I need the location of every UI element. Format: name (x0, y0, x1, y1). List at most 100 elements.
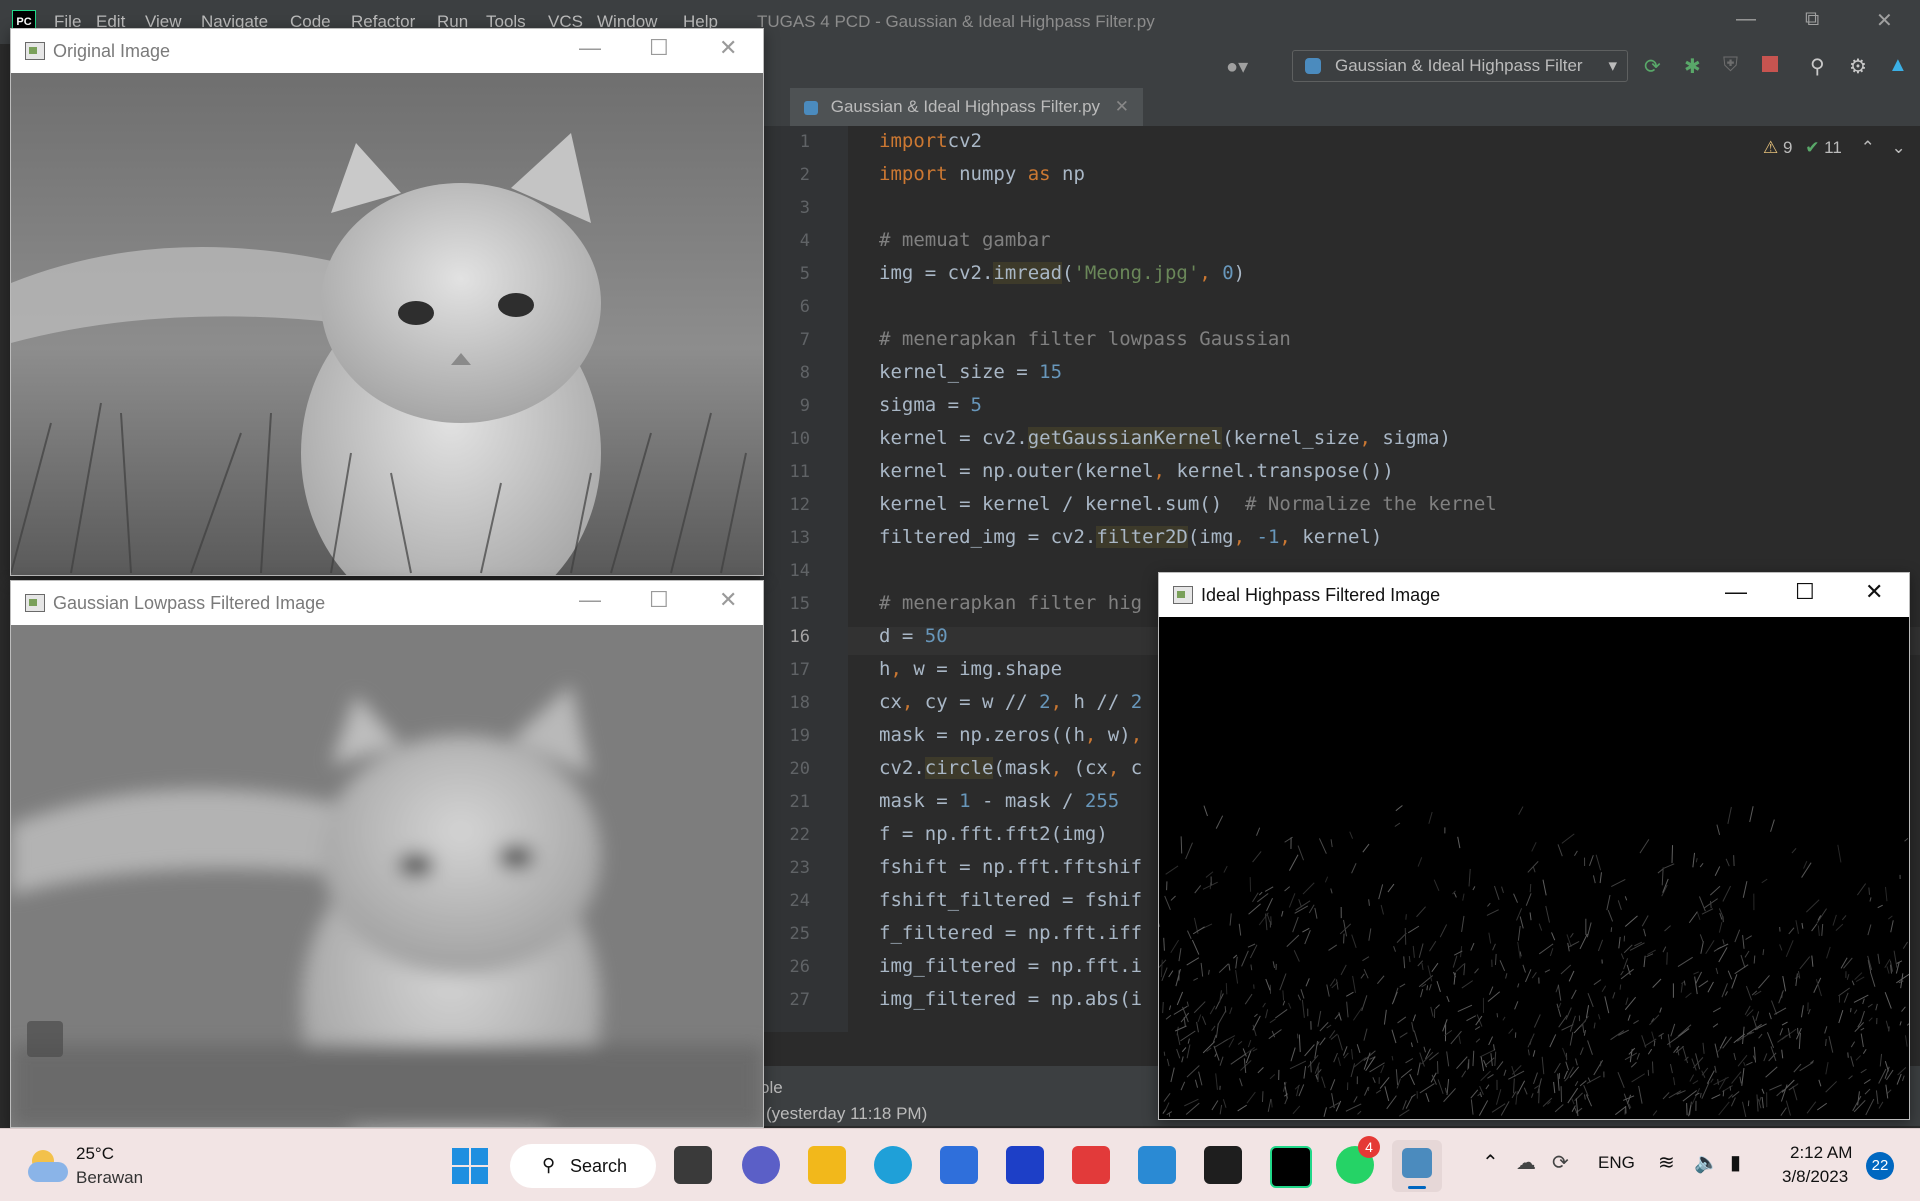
edge-stroke (1464, 963, 1465, 975)
whatsapp-icon[interactable]: 4 (1336, 1146, 1374, 1184)
minimize-icon[interactable]: — (579, 587, 601, 613)
onedrive-icon[interactable]: ☁ (1516, 1150, 1536, 1175)
gear-icon[interactable]: ⚙ (1849, 54, 1867, 79)
code-token: d = (879, 625, 925, 647)
code-token: 2 (1039, 691, 1050, 713)
maximize-icon[interactable]: ☐ (1795, 579, 1815, 605)
gaussian-filtered-window[interactable]: Gaussian Lowpass Filtered Image — ☐ ✕ (10, 580, 764, 1128)
edge-stroke (1486, 1085, 1489, 1089)
edge-stroke (1581, 1016, 1589, 1027)
edge-stroke (1385, 1086, 1389, 1101)
inspection-indicators[interactable]: ⚠ 9 ✔ 11 ⌃ ⌄ (1763, 138, 1906, 158)
close-icon[interactable]: ✕ (1865, 579, 1883, 605)
code-token: (img (1188, 526, 1234, 548)
mcafee-icon[interactable] (1072, 1146, 1110, 1184)
task-view-icon[interactable] (674, 1146, 712, 1184)
edge-stroke (1214, 1046, 1219, 1061)
ide-minimize-icon[interactable]: — (1736, 8, 1756, 31)
stop-icon[interactable] (1762, 56, 1778, 72)
edge-stroke (1583, 1024, 1584, 1033)
chevron-down-icon[interactable]: ⌄ (1892, 138, 1906, 157)
edge-stroke (1250, 945, 1257, 958)
rerun-icon[interactable]: ⟳ (1644, 54, 1661, 79)
gaussian-blurred-kitten-image (11, 625, 763, 1127)
clock-time[interactable]: 2:12 AM (1790, 1143, 1852, 1163)
teams-chat-icon[interactable] (742, 1146, 780, 1184)
maximize-icon[interactable]: ☐ (649, 35, 669, 61)
edge-stroke (1738, 1055, 1747, 1066)
code-token: img = cv2. (879, 262, 993, 284)
edge-stroke (1406, 914, 1407, 920)
edge-stroke (1285, 887, 1290, 891)
highpass-filtered-titlebar[interactable]: Ideal Highpass Filtered Image — ☐ ✕ (1159, 573, 1909, 617)
edge-stroke (1611, 879, 1625, 886)
mathway-icon[interactable] (1006, 1146, 1044, 1184)
tab-gaussian-ideal-highpass-filter[interactable]: Gaussian & Ideal Highpass Filter.py ✕ (790, 88, 1143, 129)
highpass-filtered-window[interactable]: Ideal Highpass Filtered Image — ☐ ✕ (1158, 572, 1910, 1120)
jetbrains-icon[interactable]: ▲ (1888, 54, 1908, 77)
minimize-icon[interactable]: — (579, 35, 601, 61)
microsoft-store-icon[interactable] (940, 1146, 978, 1184)
clock-date[interactable]: 3/8/2023 (1782, 1167, 1848, 1187)
search-label: Search (570, 1156, 627, 1177)
figma-icon[interactable] (1204, 1146, 1242, 1184)
floating-tool-icon[interactable] (27, 1021, 63, 1057)
code-token: , (902, 691, 925, 713)
original-image-window[interactable]: Original Image — ☐ ✕ (10, 28, 764, 576)
file-explorer-icon[interactable] (808, 1146, 846, 1184)
edge-stroke (1308, 1055, 1318, 1067)
debug-icon[interactable]: ✱ (1684, 54, 1701, 79)
weak-warning-count: 11 (1824, 138, 1842, 157)
edge-stroke (1316, 1075, 1318, 1080)
ide-close-icon[interactable]: ✕ (1876, 8, 1893, 33)
close-icon[interactable]: ✕ (719, 35, 737, 61)
edge-stroke (1476, 1039, 1480, 1043)
weather-cloud-icon[interactable] (28, 1148, 68, 1184)
vscode-icon[interactable] (1138, 1146, 1176, 1184)
weather-temperature[interactable]: 25°C (76, 1144, 114, 1164)
windows-start-icon[interactable] (452, 1148, 488, 1184)
edge-stroke (1212, 1026, 1216, 1031)
run-config-selector[interactable]: Gaussian & Ideal Highpass Filter ▾ (1292, 50, 1628, 82)
edge-stroke (1303, 883, 1314, 894)
code-token: imread (993, 262, 1062, 284)
edge-stroke (1851, 1008, 1852, 1012)
minimize-icon[interactable]: — (1725, 579, 1747, 605)
python-app-active-icon[interactable] (1392, 1140, 1442, 1192)
edge-stroke (1876, 1004, 1878, 1010)
close-icon[interactable]: ✕ (719, 587, 737, 613)
edge-stroke (1395, 823, 1400, 826)
weather-condition[interactable]: Berawan (76, 1168, 143, 1188)
edge-stroke (1447, 1051, 1449, 1066)
edge-stroke (1716, 968, 1718, 974)
original-image-titlebar[interactable]: Original Image — ☐ ✕ (11, 29, 763, 73)
code-token: numpy (948, 163, 1028, 185)
line-number: 24 (760, 891, 810, 911)
edge-browser-icon[interactable] (874, 1146, 912, 1184)
user-icon[interactable]: ●▾ (1226, 54, 1248, 79)
pycharm-taskbar-icon[interactable] (1270, 1146, 1312, 1188)
edge-stroke (1649, 1015, 1658, 1025)
chevron-up-icon[interactable]: ⌃ (1861, 138, 1875, 157)
wifi-icon[interactable]: ≋ (1658, 1150, 1675, 1175)
battery-icon[interactable]: ▮ (1730, 1150, 1741, 1175)
search-icon[interactable]: ⚲ (1810, 54, 1825, 79)
edge-stroke (1543, 1098, 1552, 1106)
chevron-up-icon[interactable]: ⌃ (1482, 1150, 1499, 1175)
edge-stroke (1632, 1074, 1645, 1082)
gaussian-filtered-titlebar[interactable]: Gaussian Lowpass Filtered Image — ☐ ✕ (11, 581, 763, 625)
volume-icon[interactable]: 🔈 (1694, 1150, 1719, 1175)
close-tab-icon[interactable]: ✕ (1115, 97, 1129, 116)
code-token: np (1051, 163, 1085, 185)
taskbar-search-box[interactable]: ⚲ Search (510, 1144, 656, 1188)
edge-stroke (1161, 960, 1162, 977)
edge-stroke (1429, 984, 1431, 990)
coverage-icon[interactable]: ⛨ (1723, 54, 1738, 77)
code-token: cx (879, 691, 902, 713)
maximize-icon[interactable]: ☐ (649, 587, 669, 613)
sync-icon[interactable]: ⟳ (1552, 1150, 1569, 1175)
notification-count-badge[interactable]: 22 (1866, 1152, 1894, 1180)
edge-stroke (1489, 1037, 1493, 1045)
ide-restore-icon[interactable]: ⧉ (1805, 8, 1819, 31)
language-indicator[interactable]: ENG (1598, 1153, 1635, 1173)
